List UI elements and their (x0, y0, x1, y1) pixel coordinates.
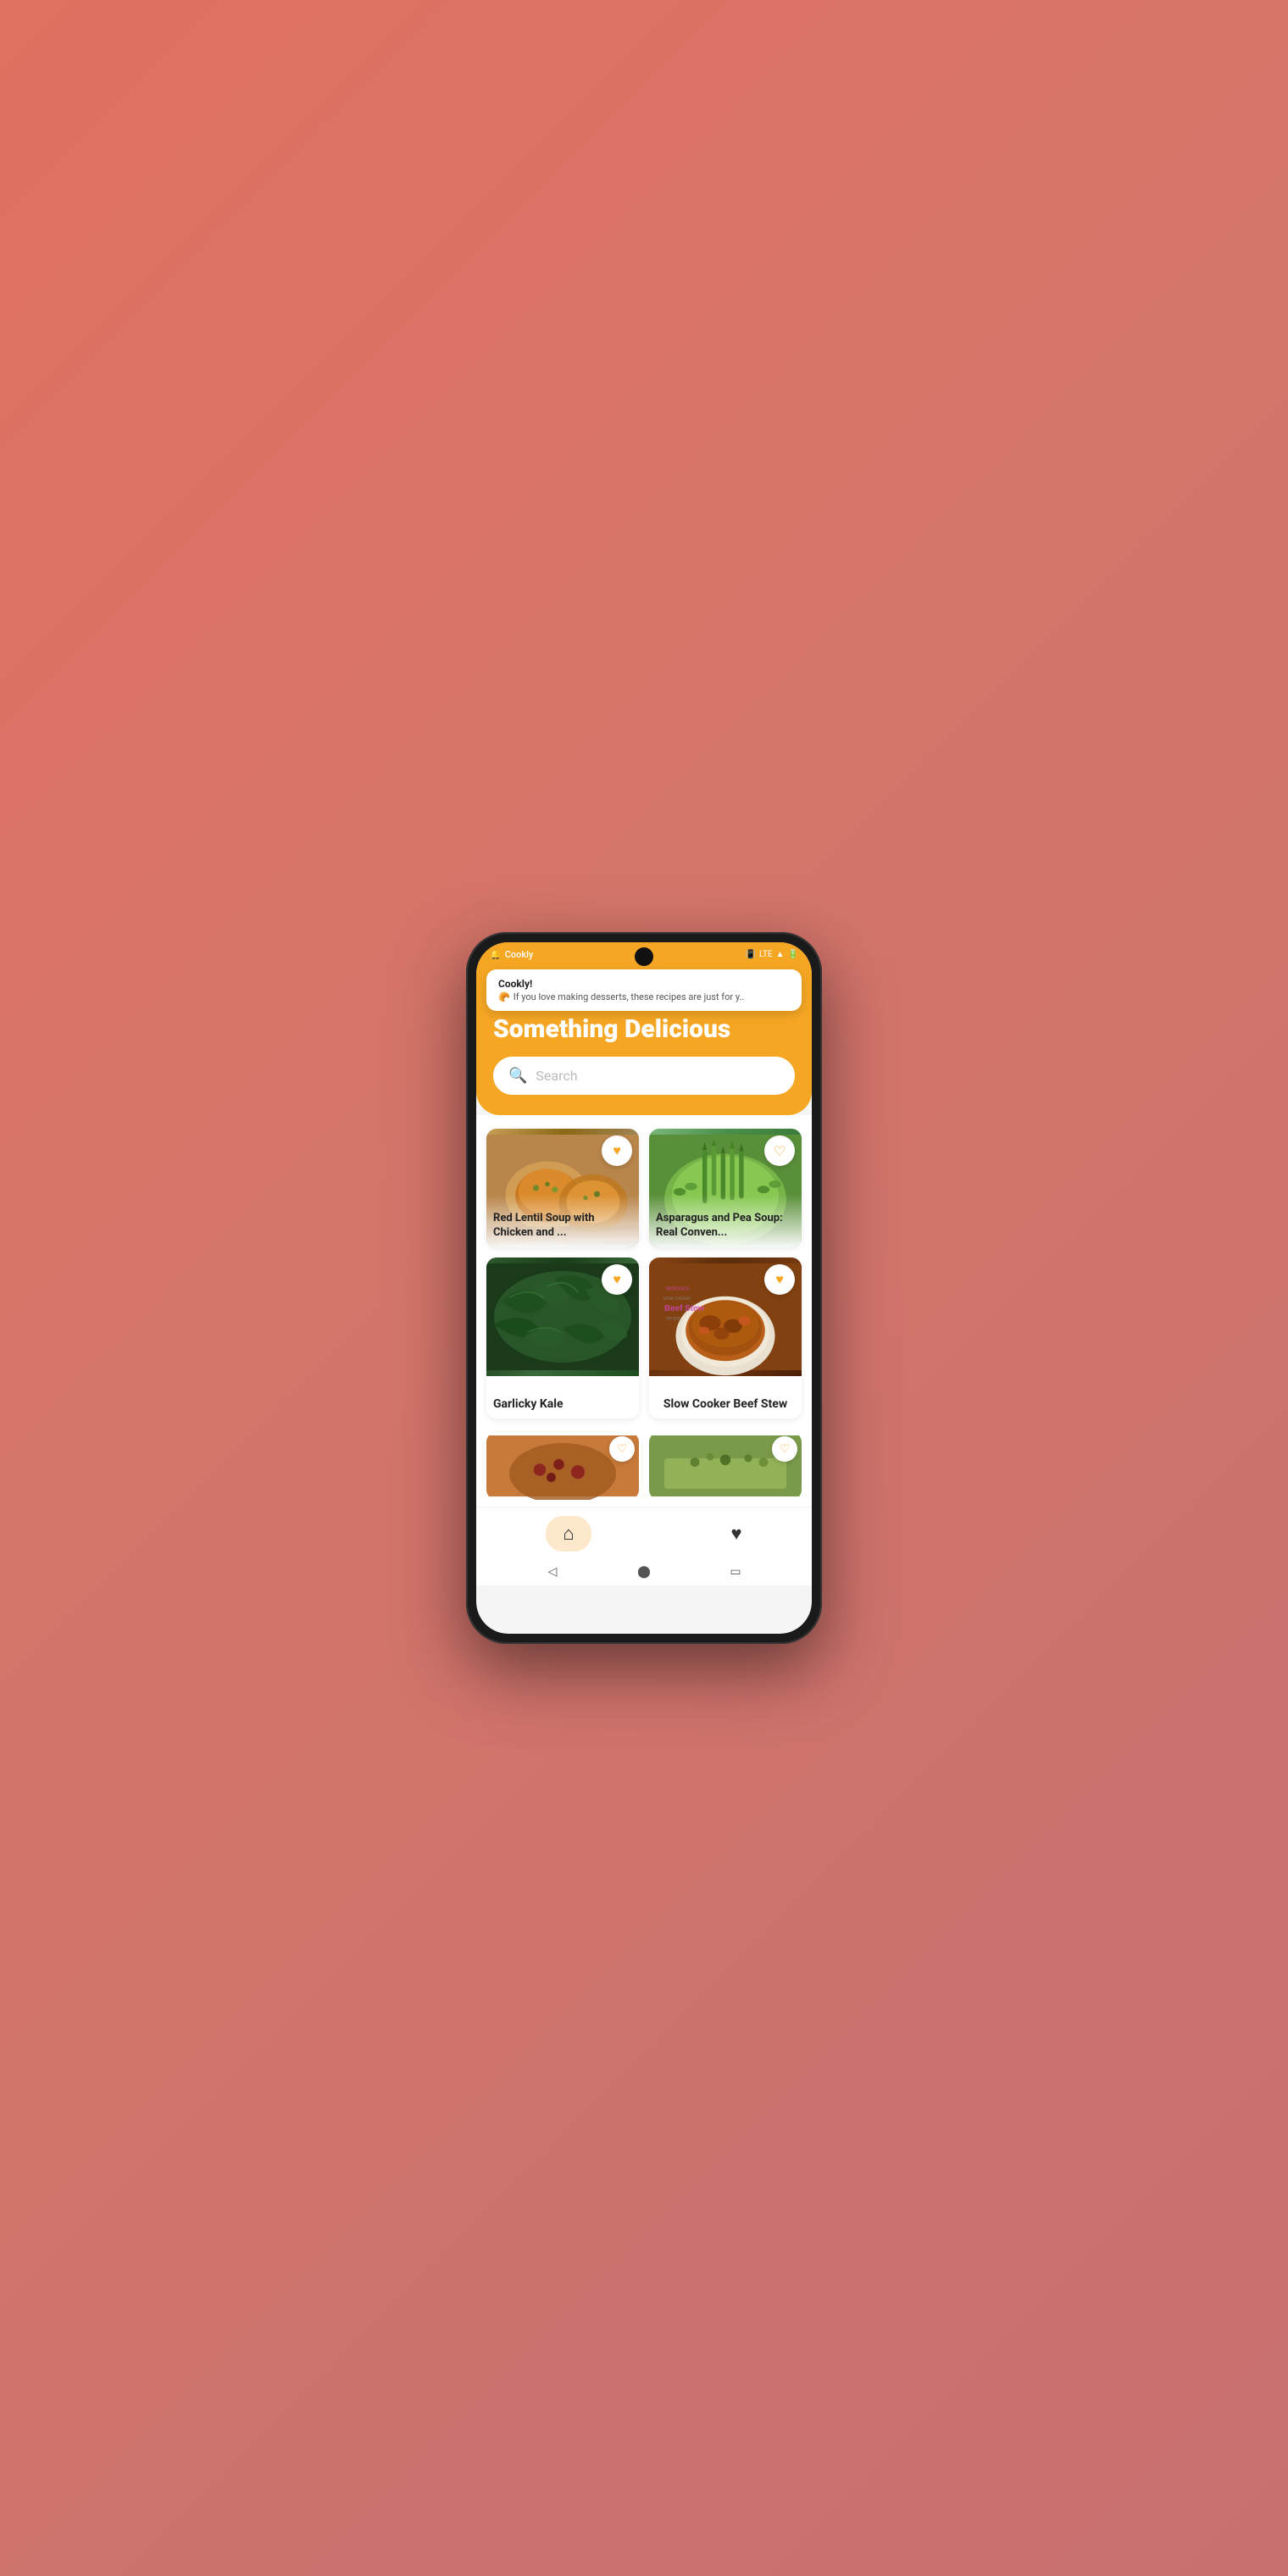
heart-button-3[interactable]: ♥ (602, 1264, 632, 1295)
notification-emoji: 🥐 (498, 991, 510, 1002)
nav-home-button[interactable]: ⌂ (546, 1516, 591, 1552)
signal-icon: ▲ (776, 950, 785, 959)
recipe-title-2: Asparagus and Pea Soup: Real Conven... (649, 1195, 802, 1247)
heart-icon-3: ♥ (613, 1271, 621, 1288)
search-bar[interactable]: 🔍 Search (493, 1057, 795, 1095)
notification-title: Cookly! (498, 978, 790, 990)
recipe-title-3: Garlicky Kale (486, 1376, 639, 1418)
lte-label: LTE (759, 950, 773, 959)
heart-icon-6: ♡ (780, 1442, 791, 1456)
notification-card[interactable]: Cookly! 🥐 If you love making desserts, t… (486, 969, 802, 1011)
heart-button-6[interactable]: ♡ (772, 1436, 797, 1462)
svg-text:recipe: recipe (666, 1316, 681, 1322)
svg-text:Beef Stew: Beef Stew (664, 1304, 705, 1313)
vibrate-icon: 📳 (745, 950, 755, 959)
heart-icon-5: ♡ (617, 1442, 628, 1456)
heart-icon-2: ♡ (774, 1143, 786, 1159)
recipe-card-5[interactable]: ♡ (486, 1432, 639, 1500)
heart-button-4[interactable]: ♥ (764, 1264, 795, 1295)
phone-frame: 🔔 Cookly 📳 LTE ▲ 🔋 Cookly! 🥐 If you love… (466, 932, 822, 1644)
recipe-card-3[interactable]: ♥ Garlicky Kale (486, 1257, 639, 1418)
search-placeholder: Search (536, 1068, 577, 1084)
nav-home[interactable]: ⌂ (546, 1516, 591, 1552)
recipe-card-6[interactable]: ♡ (649, 1432, 802, 1500)
svg-text:delicious: delicious (666, 1285, 690, 1292)
recipe-grid: ♥ Red Lentil Soup with Chicken and ... (476, 1115, 812, 1432)
status-icons: 📳 LTE ▲ 🔋 (745, 950, 798, 959)
phone-screen: 🔔 Cookly 📳 LTE ▲ 🔋 Cookly! 🥐 If you love… (476, 942, 812, 1634)
recents-button[interactable]: ▭ (727, 1563, 744, 1580)
battery-icon: 🔋 (788, 950, 798, 959)
heart-button-2[interactable]: ♡ (764, 1135, 795, 1166)
heart-button-1[interactable]: ♥ (602, 1135, 632, 1166)
home-icon: ⌂ (563, 1523, 574, 1545)
home-button[interactable]: ⬤ (636, 1563, 652, 1580)
back-button[interactable]: ◁ (544, 1563, 561, 1580)
partial-recipe-row: ♡ ♡ (476, 1432, 812, 1507)
header-title: Something Delicious (493, 1015, 795, 1043)
heart-icon-1: ♥ (613, 1142, 621, 1159)
bell-icon: 🔔 (490, 949, 502, 960)
svg-text:slow cooker: slow cooker (663, 1296, 691, 1302)
recipe-card-4[interactable]: delicious slow cooker Beef Stew recipe ♥… (649, 1257, 802, 1418)
heart-nav-icon: ♥ (731, 1523, 742, 1545)
recipe-card-2[interactable]: ♡ Asparagus and Pea Soup: Real Conven... (649, 1129, 802, 1247)
notification-body: 🥐 If you love making desserts, these rec… (498, 991, 790, 1002)
camera-cutout (635, 947, 653, 966)
orange-header: Something Delicious 🔍 Search (476, 942, 812, 1115)
recipe-card-1[interactable]: ♥ Red Lentil Soup with Chicken and ... (486, 1129, 639, 1247)
heart-icon-4: ♥ (775, 1271, 784, 1288)
heart-button-5[interactable]: ♡ (609, 1436, 635, 1462)
search-icon: 🔍 (508, 1067, 527, 1085)
nav-favorites[interactable]: ♥ (731, 1523, 742, 1545)
content-area[interactable]: Something Delicious 🔍 Search (476, 942, 812, 1634)
bottom-nav: ⌂ ♥ (476, 1507, 812, 1558)
app-name-status: 🔔 Cookly (490, 949, 533, 960)
recipe-title-1: Red Lentil Soup with Chicken and ... (486, 1195, 639, 1247)
recipe-title-4: Slow Cooker Beef Stew (649, 1376, 802, 1418)
system-nav: ◁ ⬤ ▭ (476, 1558, 812, 1585)
